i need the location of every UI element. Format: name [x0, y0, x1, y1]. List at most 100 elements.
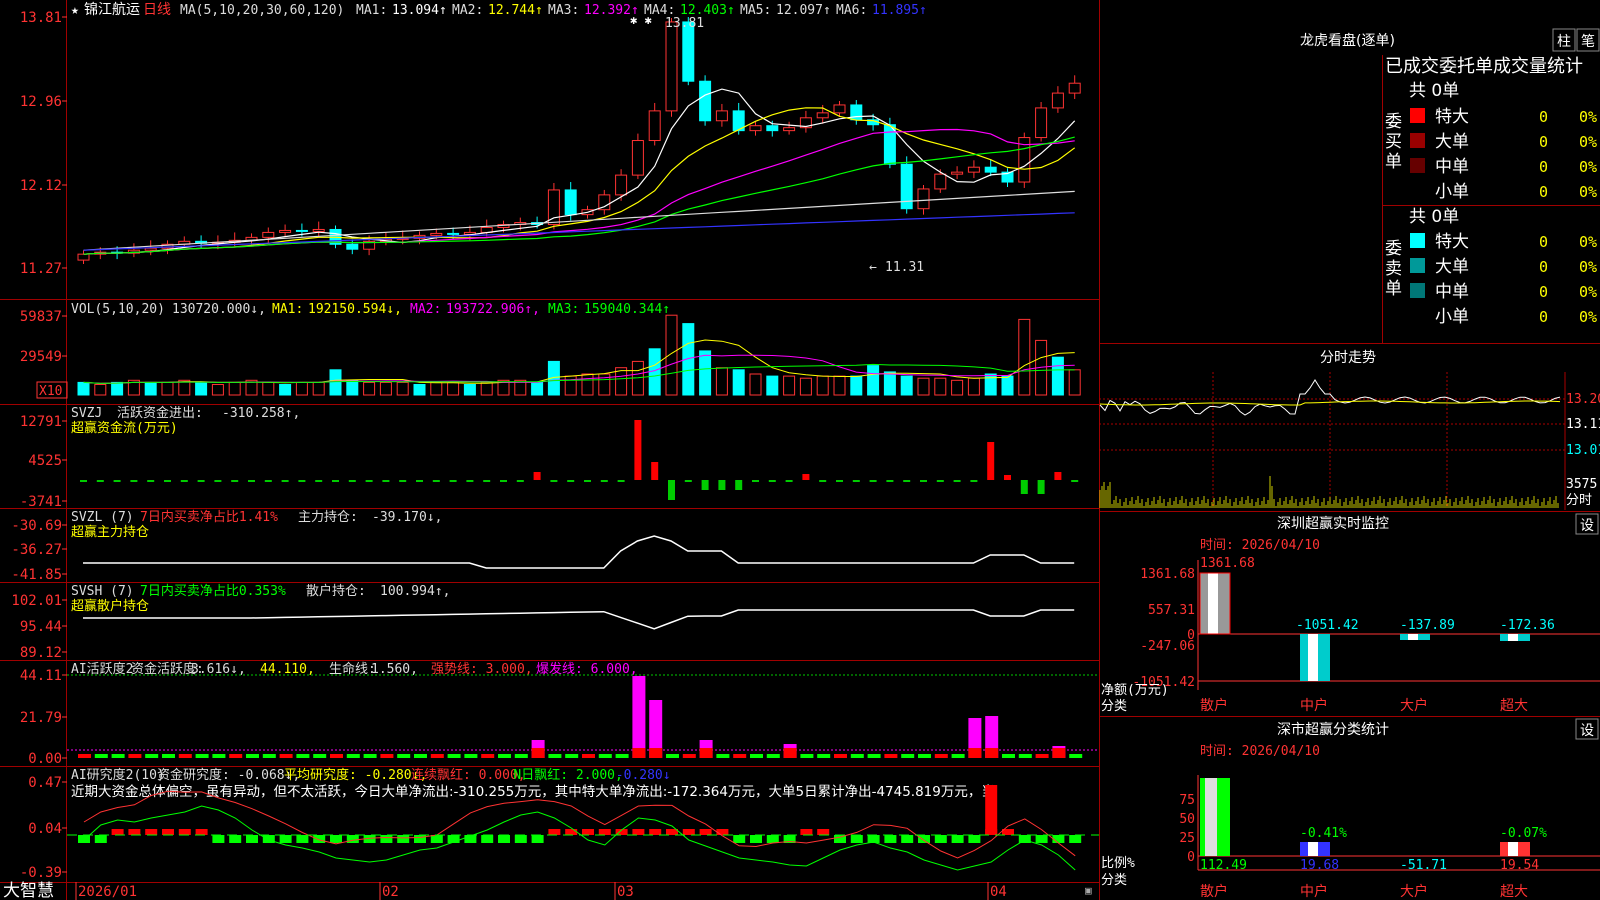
volume-bar — [1051, 356, 1064, 396]
volume-bar — [900, 375, 913, 396]
ai-research-bar — [162, 829, 174, 835]
tick-view-label: 笔 — [1581, 34, 1595, 50]
svzj-label: 活跃资金进出: — [117, 405, 203, 421]
svzj-bar — [533, 472, 541, 480]
svzj-bar — [214, 480, 222, 482]
svzj-bar — [852, 480, 860, 482]
ai-research-bar — [346, 835, 359, 843]
candle-body — [144, 247, 157, 251]
ai-research-bar — [514, 835, 527, 843]
volume-bar — [363, 381, 376, 396]
favorite-star-icon[interactable]: ★ — [71, 3, 79, 18]
volume-bar — [699, 350, 712, 396]
x-tick-label: 03 — [617, 884, 634, 900]
candle-body — [312, 228, 325, 232]
sz-classify-category: 大户 — [1400, 883, 1428, 900]
stock-name: 锦江航运 — [84, 1, 140, 18]
candle-body — [967, 166, 980, 173]
svzj-value: -310.258↑, — [222, 406, 300, 421]
y-tick-label: 12791 — [20, 414, 62, 430]
sz-monitor-unit: 净额(万元) — [1101, 683, 1169, 698]
high-price-label: 13.81 — [665, 16, 704, 31]
candle-body — [279, 229, 292, 233]
svzj-code: SVZJ — [71, 406, 102, 421]
lock-icon[interactable]: ▣ — [1085, 884, 1092, 897]
ai-active-pane[interactable]: AI活跃度2资金活跃度:3.616↓, 44.110, 生命线:1.560, 强势线:… — [20, 661, 1099, 767]
ma-header: MA(5,10,20,30,60,120) — [180, 3, 344, 18]
ma-value-2: 12.744↑ — [488, 3, 543, 18]
side-label-char: 委 — [1385, 239, 1402, 259]
svsh-sub: 超赢散户持仓 — [71, 598, 149, 614]
svzj-pane[interactable]: SVZJ 活跃资金进出: -310.258↑, 超赢资金流(万元) 12791 4… — [20, 405, 1079, 510]
volume-bar — [883, 371, 896, 396]
candle-body — [766, 125, 779, 132]
order-pct: 0% — [1579, 158, 1597, 176]
volume-bar — [934, 377, 947, 396]
ai-research-bar — [800, 829, 813, 835]
ai-active-base — [128, 754, 142, 758]
svzj-bar — [567, 480, 575, 482]
svzl-pane[interactable]: SVZL (7) 7日内买卖净占比1.41% 主力持仓: -39.170↓, 超… — [11, 509, 1075, 583]
svzj-bar — [264, 480, 272, 482]
ma-label-6: MA6: — [836, 3, 867, 18]
ai-research-bar — [1052, 835, 1065, 843]
ai-research-pane[interactable]: AI研究度2(10)资金研究度: -0.068↓,平均研究度: -0.280↓,… — [20, 767, 1099, 881]
ai-research-bar — [766, 835, 779, 843]
intraday-panel[interactable]: 分时走势 13.20 13.11 13.01 3575分时 — [1099, 350, 1600, 510]
svzj-bar — [416, 480, 423, 482]
order-count: 0 — [1539, 283, 1548, 301]
svzj-bar — [80, 480, 87, 482]
ai-research-bar — [380, 835, 393, 843]
volume-ma-line — [83, 339, 1075, 384]
volume-bar — [867, 365, 880, 396]
ai-active-base — [430, 754, 444, 758]
dragon-panel[interactable]: 龙虎看盘(逐单) 柱 笔 已成交委托单成交量统计 共 0单 共 0单 委买单 委… — [1300, 28, 1600, 327]
price-pane[interactable]: ★ 锦江航运 日线 MA(5,10,20,30,60,120) MA1: 13.0… — [20, 1, 1081, 277]
order-type: 中单 — [1435, 157, 1469, 177]
ai-research-bar — [195, 829, 208, 835]
volume-pane[interactable]: VOL(5,10,20) 130720.000↓, MA1: 192150.594… — [20, 302, 1081, 399]
vol-unit: X10 — [39, 384, 62, 399]
sz-classify-bottom-value: -51.71 — [1400, 858, 1447, 873]
ai-research-bar — [1069, 835, 1082, 843]
sz-monitor-panel[interactable]: 深圳超赢实时监控 设 时间: 2026/04/10 1361.68557.310… — [1101, 513, 1600, 714]
ai-active-base — [649, 748, 663, 758]
y-tick-label: -36.27 — [11, 542, 62, 558]
y-tick-label: 13.81 — [20, 10, 62, 26]
buy-total: 共 0单 — [1409, 81, 1459, 101]
svzj-bar — [785, 480, 793, 482]
ai-active-base — [262, 754, 276, 758]
candle-body — [917, 188, 930, 210]
y-tick-label: 11.27 — [20, 261, 62, 277]
svsh-pane[interactable]: SVSH (7) 7日内买卖净占比0.353% 散户持仓: 100.994↑, … — [11, 583, 1075, 661]
ma-line-5 — [83, 190, 1075, 251]
ai-active-base — [598, 754, 612, 758]
ai-active-base — [615, 754, 629, 758]
svzj-bar — [920, 480, 927, 482]
ai-active-base — [699, 748, 713, 758]
ai-active-base — [750, 754, 763, 758]
ai-research-y-axis: 0.47 0.04 -0.39 — [20, 775, 67, 881]
sz-classify-panel[interactable]: 深市超赢分类统计 设 时间: 2026/04/10 75 50 25 0 -0.41%… — [1101, 718, 1600, 900]
volume-bar — [211, 384, 224, 396]
vol-ma-values: MA1: 192150.594↓, MA2: 193722.906↑, MA3: 1590… — [272, 302, 670, 317]
sz-monitor-settings-label: 设 — [1580, 518, 1594, 534]
ai-active-base — [380, 754, 394, 758]
svzl-y-axis: -30.69 -36.27 -41.85 — [11, 518, 67, 583]
volume-bar — [144, 381, 157, 396]
vol-ma-value-2: 193722.906↑, — [446, 302, 540, 317]
candle-body — [262, 231, 275, 238]
intraday-vol-label: 3575 — [1566, 477, 1597, 492]
ai-active-base — [212, 754, 226, 758]
period-label[interactable]: 日线 — [143, 2, 171, 18]
order-count: 0 — [1539, 233, 1548, 251]
volume-bar — [111, 381, 124, 396]
ai-active-bars — [67, 674, 1099, 758]
ai-active-base — [498, 754, 511, 758]
vol-y-axis: 59837 29549 — [20, 309, 67, 365]
ma-line-6 — [83, 212, 1075, 251]
svzj-bar — [449, 480, 457, 482]
y-tick-label: 12.12 — [20, 178, 62, 194]
sz-classify-y-label: 0 — [1187, 850, 1195, 865]
sz-monitor-value: -172.36 — [1500, 618, 1555, 633]
